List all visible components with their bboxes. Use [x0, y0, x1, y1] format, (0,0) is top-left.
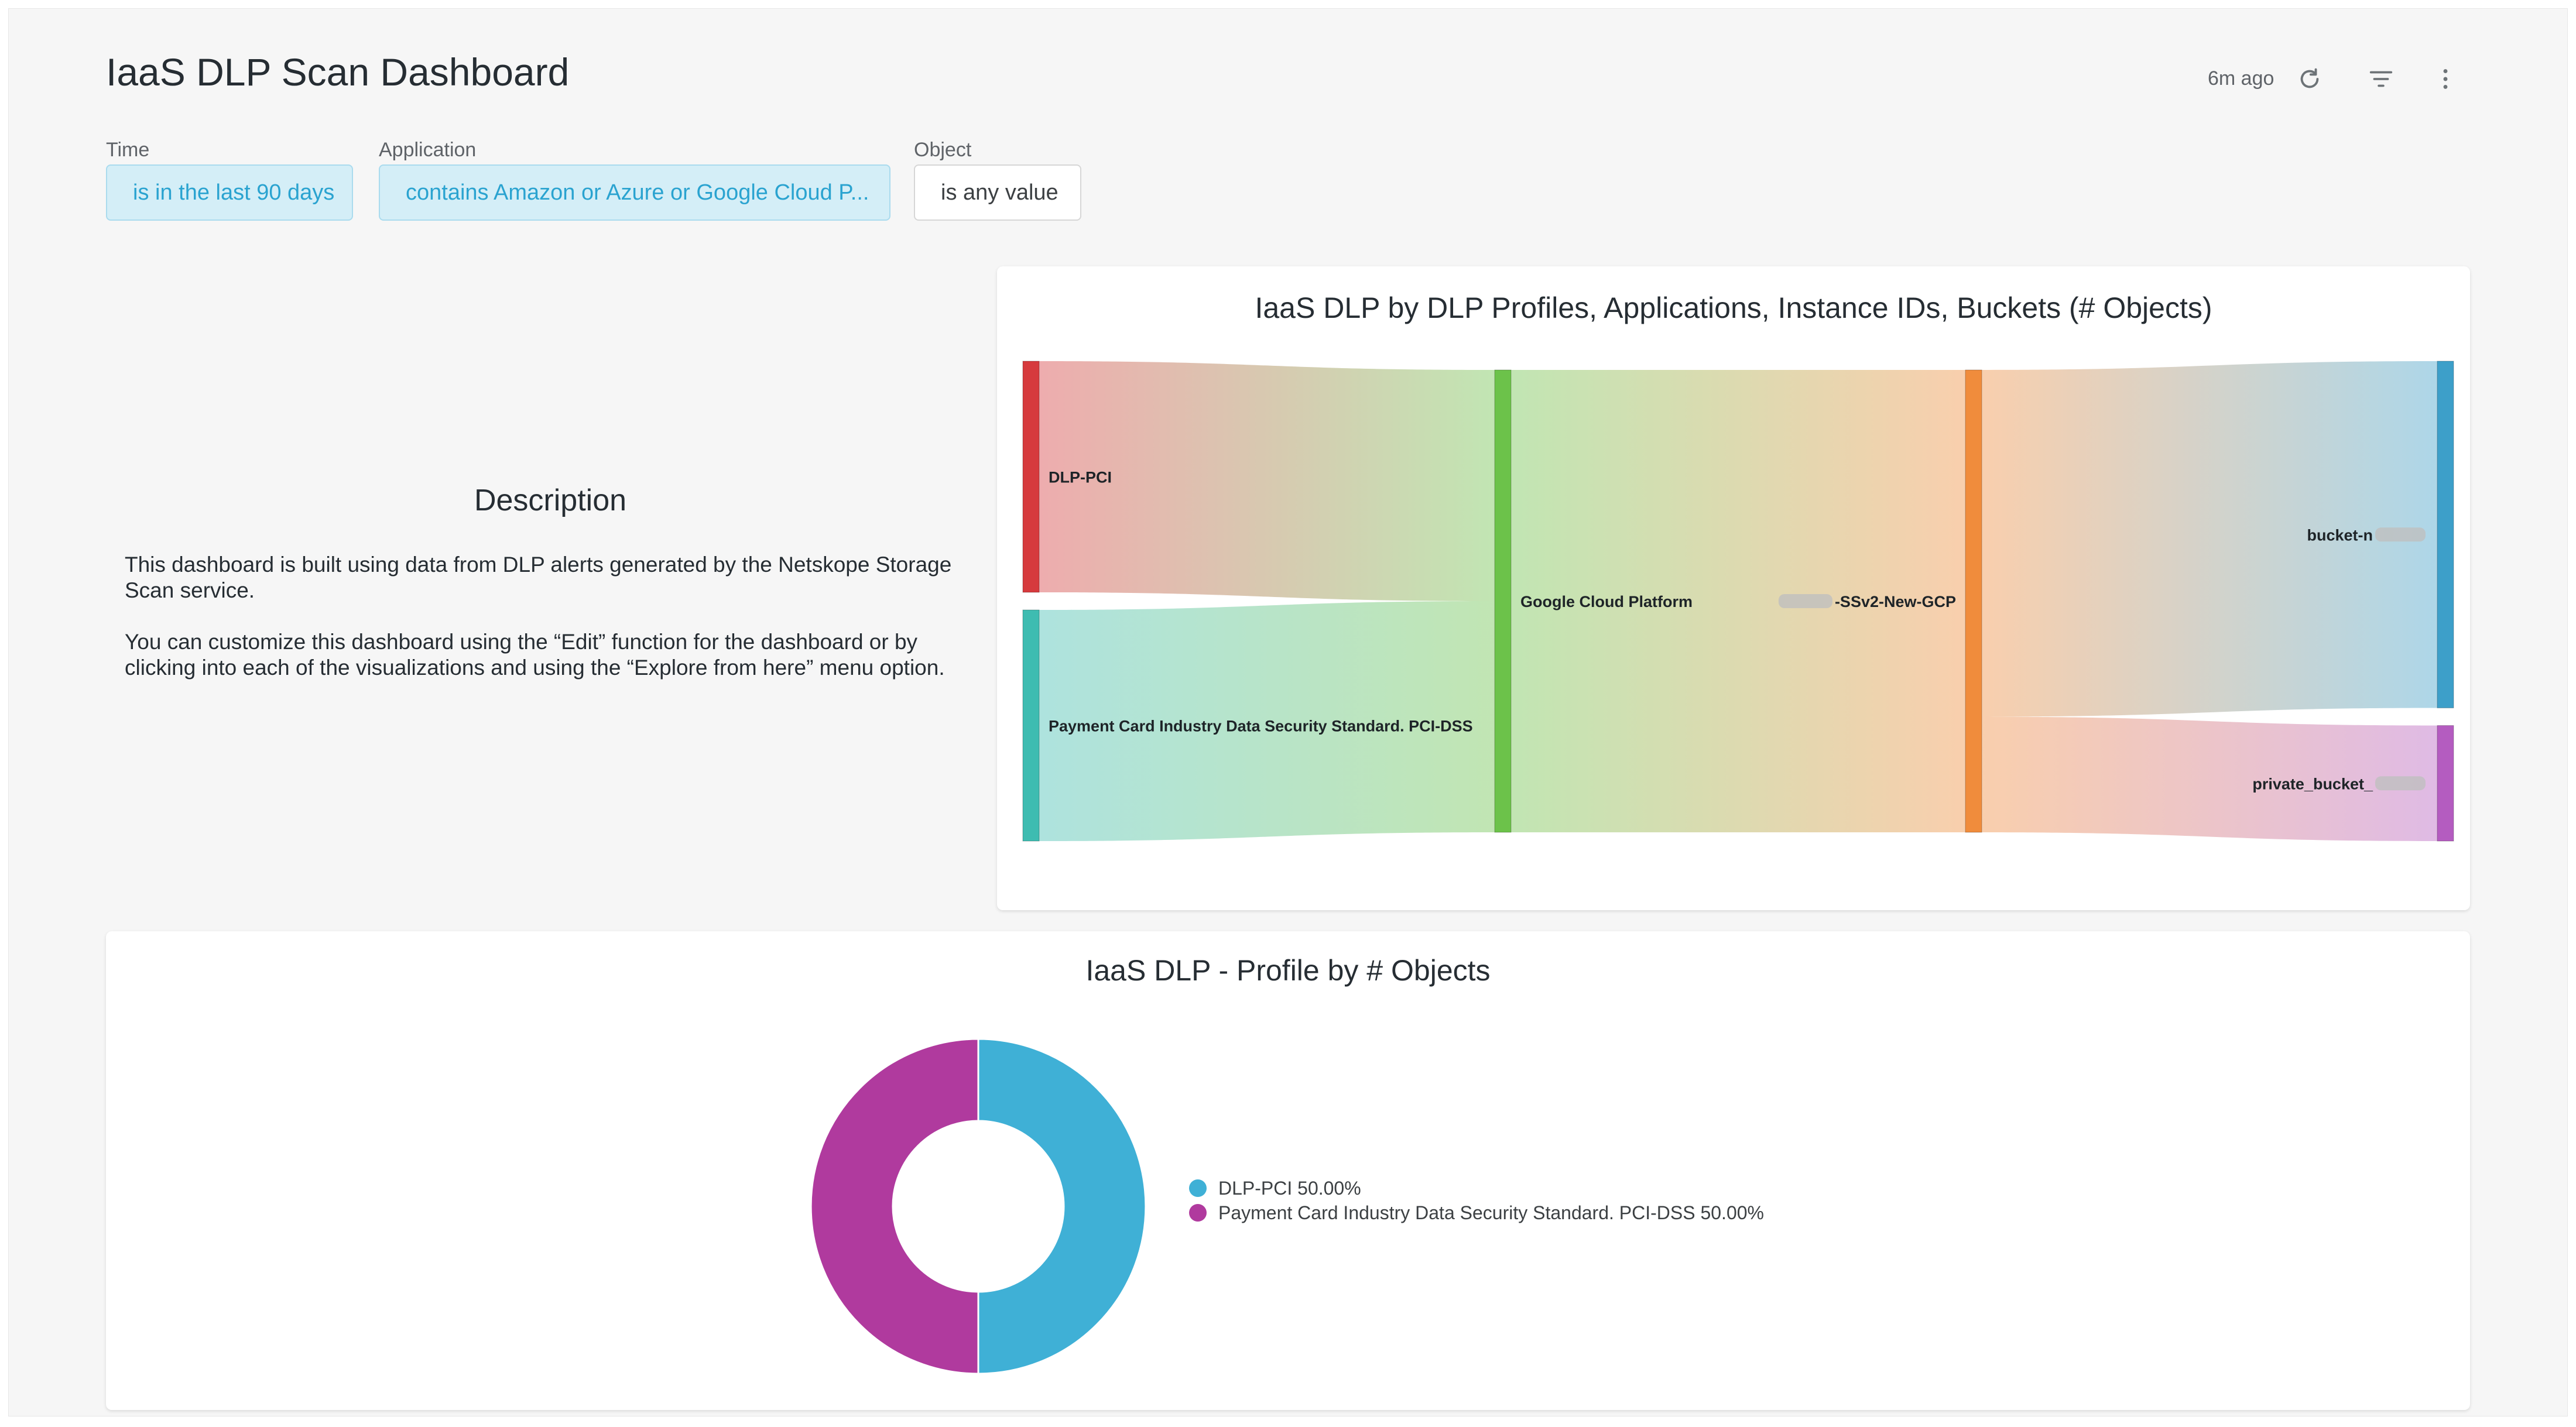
redacted-text [1778, 594, 1832, 608]
legend-item[interactable]: DLP-PCI 50.00% [1189, 1176, 1764, 1200]
donut-slice-0[interactable] [977, 1038, 1147, 1375]
redacted-text [2375, 776, 2426, 791]
refresh-icon[interactable] [2292, 61, 2327, 97]
dashboard-title: IaaS DLP Scan Dashboard [106, 50, 570, 94]
filter-icon[interactable] [2363, 61, 2399, 97]
legend-item[interactable]: Payment Card Industry Data Security Stan… [1189, 1200, 1764, 1225]
description-paragraph-2: You can customize this dashboard using t… [125, 630, 945, 680]
dashboard-canvas: IaaS DLP Scan Dashboard 6m ago Time is i… [8, 8, 2568, 1416]
sankey-node-bucket_n[interactable] [2437, 361, 2454, 708]
sankey-node-label: -SSv2-New-GCP [1835, 593, 1956, 610]
sankey-node-dlp_pci[interactable] [1022, 361, 1040, 593]
last-updated-label: 6m ago [2208, 67, 2274, 90]
description-paragraph-1: This dashboard is built using data from … [125, 553, 952, 602]
filter-application[interactable]: contains Amazon or Azure or Google Cloud… [379, 164, 890, 221]
sankey-node-label: Google Cloud Platform [1520, 593, 1693, 610]
sankey-node-label: bucket-n [2307, 526, 2373, 544]
sankey-chart: DLP-PCI Payment Card Industry Data Securi… [1022, 361, 2454, 842]
filter-label-object: Object [914, 139, 972, 161]
more-vertical-icon[interactable] [2428, 61, 2463, 97]
legend-swatch [1189, 1179, 1207, 1197]
filter-label-application: Application [379, 139, 477, 161]
donut-chart [810, 1038, 1147, 1375]
filter-time[interactable]: is in the last 90 days [106, 164, 353, 221]
filter-label-time: Time [106, 139, 150, 161]
description-title: Description [474, 483, 627, 517]
redacted-text [2375, 527, 2426, 542]
legend-label: DLP-PCI 50.00% [1218, 1177, 1361, 1199]
sankey-node-gcp[interactable] [1494, 369, 1512, 833]
sankey-node-instance[interactable] [1965, 369, 1982, 833]
sankey-card[interactable]: IaaS DLP by DLP Profiles, Applications, … [997, 266, 2470, 910]
legend-swatch [1189, 1204, 1207, 1222]
sankey-node-private_bucket[interactable] [2437, 725, 2454, 842]
sankey-node-label: Payment Card Industry Data Security Stan… [1049, 718, 1473, 735]
sankey-node-pci_dss[interactable] [1022, 609, 1040, 842]
pie-title: IaaS DLP - Profile by # Objects [1085, 954, 1491, 987]
sankey-node-label: DLP-PCI [1049, 469, 1112, 486]
pie-card[interactable]: IaaS DLP - Profile by # Objects DLP-PCI … [106, 931, 2470, 1410]
filter-object[interactable]: is any value [914, 164, 1081, 221]
pie-legend: DLP-PCI 50.00% Payment Card Industry Data… [1189, 1176, 1764, 1225]
donut-slice-1[interactable] [810, 1038, 979, 1375]
legend-label: Payment Card Industry Data Security Stan… [1218, 1202, 1764, 1223]
sankey-node-label: private_bucket_ [2252, 775, 2373, 793]
